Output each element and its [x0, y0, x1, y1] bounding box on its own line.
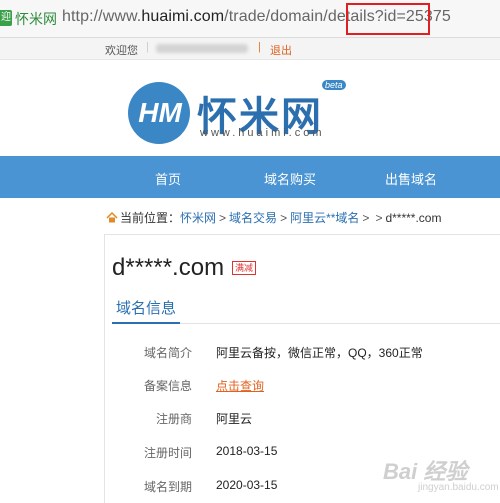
logo-mark-letters: HM — [138, 97, 182, 128]
detail-value-reg-date: 2018-03-15 — [216, 444, 278, 458]
site-name: 怀米网 — [15, 11, 57, 27]
breadcrumb-separator: > — [280, 211, 288, 225]
url-prefix: http://www. — [62, 8, 142, 25]
detail-label-record: 备案信息 — [143, 379, 192, 393]
tab-domain-info[interactable]: 域名信息 — [116, 297, 176, 318]
breadcrumb-current: d*****.com — [385, 211, 442, 225]
detail-value-registrar: 阿里云 — [216, 412, 253, 426]
url-id-highlight-box — [346, 3, 430, 35]
home-icon — [106, 212, 118, 223]
logout-link[interactable]: 退出 — [270, 42, 292, 58]
breadcrumb-label: 当前位置： — [120, 211, 181, 225]
detail-label-expiry: 域名到期 — [143, 480, 192, 494]
nav-item-buy-domain[interactable]: 域名购买 — [264, 169, 316, 188]
breadcrumb-item-aliyun[interactable]: 阿里云**域名 — [290, 211, 359, 225]
breadcrumb-separator: > — [375, 211, 383, 225]
detail-label-reg-date: 注册时间 — [143, 446, 192, 460]
record-query-link[interactable]: 点击查询 — [216, 377, 264, 394]
detail-value-expiry: 2020-03-15 — [216, 478, 278, 492]
breadcrumb-item-domain-trade[interactable]: 域名交易 — [229, 211, 277, 225]
address-bar[interactable]: 迎 怀米网 http://www.huaimi.com/trade/domain… — [0, 0, 500, 38]
detail-label-registrar: 注册商 — [155, 412, 192, 426]
breadcrumb: 当前位置：怀米网 > 域名交易 > 阿里云**域名 > > d*****.com — [106, 209, 441, 226]
domain-title: d*****.com — [112, 254, 225, 281]
tab-active-underline — [112, 322, 180, 324]
user-bar: 欢迎您 | | 退出 — [0, 38, 500, 60]
welcome-text: 欢迎您 — [105, 45, 138, 57]
baidu-watermark-url: jingyan.baidu.com — [418, 482, 499, 493]
breadcrumb-separator: > — [219, 211, 227, 225]
discount-badge: 满减 — [232, 261, 257, 275]
breadcrumb-item-home[interactable]: 怀米网 — [180, 211, 216, 225]
beta-badge: beta — [322, 80, 346, 90]
detail-label-intro: 域名简介 — [143, 346, 192, 360]
site-favicon-icon: 迎 — [0, 10, 12, 26]
main-nav: 首页 域名购买 出售域名 — [0, 156, 500, 198]
detail-value-intro: 阿里云备按，微信正常，QQ，360正常 — [216, 346, 423, 360]
logo-url: www.huaimi.com — [200, 127, 325, 139]
breadcrumb-separator: > — [362, 211, 370, 225]
blurred-username — [156, 44, 248, 53]
nav-item-sell-domain[interactable]: 出售域名 — [385, 169, 437, 188]
divider: | — [146, 41, 149, 53]
url-host: huaimi.com — [141, 8, 225, 25]
nav-item-home[interactable]: 首页 — [155, 169, 181, 188]
divider: | — [258, 41, 261, 53]
